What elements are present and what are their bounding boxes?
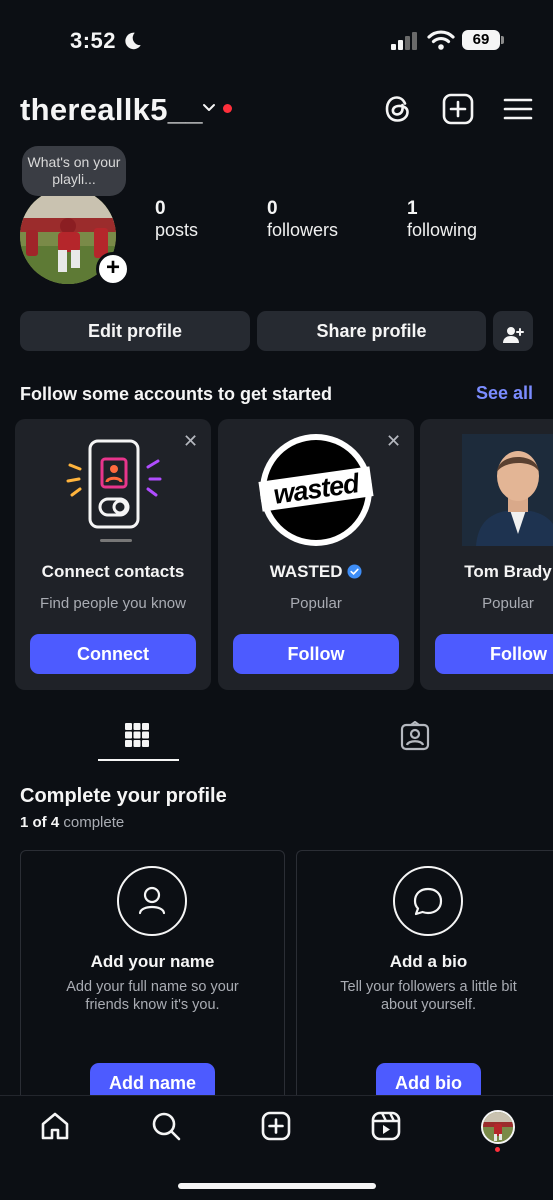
- status-time: 3:52: [70, 28, 117, 53]
- note-bubble[interactable]: What's on your playli...: [22, 146, 126, 196]
- card-subtitle: Popular: [482, 595, 534, 612]
- moon-icon: [121, 30, 143, 57]
- connect-button[interactable]: Connect: [30, 634, 196, 674]
- profile-notification-dot: [495, 1147, 500, 1152]
- card-subtitle: Popular: [290, 595, 342, 612]
- card-subtitle: Find people you know: [40, 595, 186, 612]
- complete-profile-progress: 1 of 4 complete: [20, 814, 124, 831]
- followers-label: followers: [267, 220, 339, 240]
- tagged-tab[interactable]: [400, 720, 430, 756]
- reels-icon[interactable]: [370, 1110, 402, 1142]
- followers-count: 0: [267, 198, 278, 219]
- following-stat[interactable]: 1 following: [407, 198, 477, 241]
- card-title: WASTED: [269, 562, 343, 581]
- followers-stat[interactable]: 0 followers: [267, 198, 338, 241]
- follow-button[interactable]: Follow: [233, 634, 399, 674]
- posts-label: posts: [155, 220, 199, 240]
- tom-brady-avatar[interactable]: [462, 434, 553, 546]
- add-story-icon[interactable]: +: [96, 252, 130, 286]
- notification-dot: [223, 104, 232, 113]
- follow-button[interactable]: Follow: [435, 634, 553, 674]
- progress-count: 1 of 4: [20, 814, 60, 831]
- verified-badge-icon: [347, 564, 362, 584]
- search-icon[interactable]: [150, 1110, 182, 1142]
- share-profile-button[interactable]: Share profile: [257, 311, 486, 351]
- active-tab-indicator: [98, 759, 179, 761]
- grid-icon: [124, 723, 150, 752]
- close-icon[interactable]: ✕: [386, 431, 401, 452]
- contacts-phone-icon: [64, 437, 164, 550]
- progress-word: complete: [63, 814, 125, 831]
- see-all-link[interactable]: See all: [476, 383, 533, 404]
- add-name-description: Add your full name so your friends know …: [20, 978, 285, 1014]
- speech-bubble-icon: [393, 866, 463, 936]
- add-bio-description: Tell your followers a little bit about y…: [296, 978, 553, 1014]
- cellular-signal-icon: [391, 32, 419, 55]
- add-name-description-line1: Add your full name so your: [66, 979, 239, 995]
- home-icon[interactable]: [39, 1110, 71, 1142]
- complete-profile-title: Complete your profile: [20, 785, 227, 807]
- add-name-title: Add your name: [90, 952, 215, 971]
- home-indicator: [178, 1183, 376, 1189]
- profile-username[interactable]: thereallk5__: [20, 92, 203, 128]
- person-icon: [117, 866, 187, 936]
- create-post-icon[interactable]: [441, 92, 475, 126]
- following-count: 1: [407, 198, 418, 219]
- menu-icon[interactable]: [501, 92, 535, 126]
- grid-tab[interactable]: [124, 722, 150, 753]
- add-bio-description-line2: about yourself.: [380, 997, 477, 1013]
- discover-people-button[interactable]: [493, 311, 533, 351]
- add-name-description-line2: friends know it's you.: [85, 997, 220, 1013]
- add-person-icon: [502, 320, 524, 360]
- battery-indicator: 69: [462, 30, 500, 50]
- wifi-icon: [427, 29, 455, 56]
- tagged-person-icon: [400, 720, 430, 755]
- profile-tab-avatar[interactable]: [481, 1110, 515, 1144]
- suggestions-title: Follow some accounts to get started: [20, 384, 333, 404]
- card-title: Connect contacts: [41, 562, 185, 581]
- battery-cap: [501, 36, 504, 44]
- add-bio-description-line1: Tell your followers a little bit: [340, 979, 517, 995]
- posts-stat[interactable]: 0 posts: [155, 198, 198, 241]
- threads-icon[interactable]: [381, 92, 415, 126]
- posts-count: 0: [155, 198, 166, 219]
- status-bar: 3:52 69: [0, 0, 553, 80]
- wasted-avatar[interactable]: wasted: [258, 434, 374, 546]
- add-bio-title: Add a bio: [389, 952, 468, 971]
- create-icon[interactable]: [260, 1110, 292, 1142]
- chevron-down-icon[interactable]: [201, 100, 217, 121]
- card-title-row: WASTED: [218, 562, 414, 584]
- card-title: Tom Brady: [464, 562, 552, 581]
- close-icon[interactable]: ✕: [183, 431, 198, 452]
- following-label: following: [407, 220, 478, 240]
- edit-profile-button[interactable]: Edit profile: [20, 311, 250, 351]
